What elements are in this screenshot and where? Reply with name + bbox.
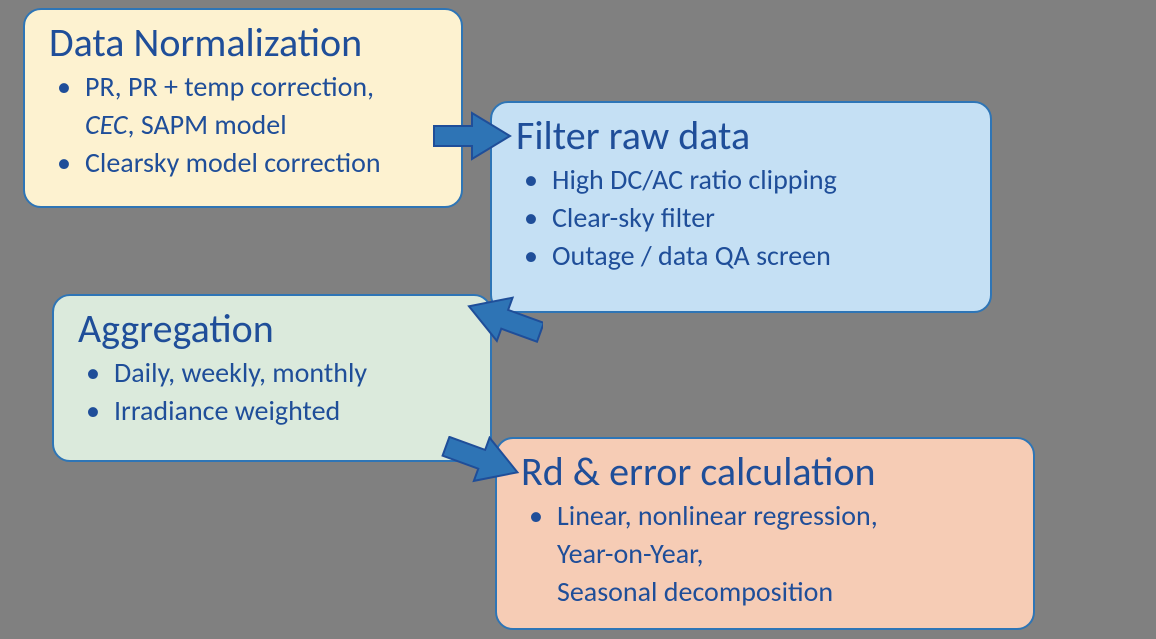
list-item: Clear-sky filter: [552, 199, 970, 237]
list-item: High DC/AC ratio clipping: [552, 161, 970, 199]
bullet-text: Linear, nonlinear regression,: [557, 498, 878, 533]
bullet-text: Clearsky model correction: [85, 145, 381, 180]
list-item: Linear, nonlinear regression, Year-on-Ye…: [557, 497, 1013, 610]
bullet-text: Daily, weekly, monthly: [114, 355, 367, 390]
bullet-text: Year-on-Year,: [557, 535, 1013, 573]
bullet-text: High DC/AC ratio clipping: [552, 162, 837, 197]
box-bullets: PR, PR + temp correction, CEC, SAPM mode…: [49, 68, 441, 181]
box-data-normalization: Data Normalization PR, PR + temp correct…: [23, 8, 463, 208]
bullet-text: Outage / data QA screen: [552, 238, 831, 273]
list-item: Daily, weekly, monthly: [114, 354, 470, 392]
box-title: Rd & error calculation: [521, 449, 1013, 495]
box-rd-error-calculation: Rd & error calculation Linear, nonlinear…: [495, 437, 1035, 630]
bullet-text: PR, PR + temp correction,: [85, 69, 374, 104]
list-item: Clearsky model correction: [85, 144, 441, 182]
bullet-text: Clear-sky filter: [552, 200, 715, 235]
list-item: PR, PR + temp correction, CEC, SAPM mode…: [85, 68, 441, 144]
box-title: Filter raw data: [516, 113, 970, 159]
bullet-text: , SAPM model: [128, 107, 287, 142]
box-bullets: Daily, weekly, monthly Irradiance weight…: [78, 354, 470, 430]
box-title: Aggregation: [78, 306, 470, 352]
list-item: Irradiance weighted: [114, 392, 470, 430]
list-item: Outage / data QA screen: [552, 237, 970, 275]
bullet-text-italic: CEC: [85, 107, 128, 142]
bullet-text: Seasonal decomposition: [557, 573, 1013, 611]
bullet-text: Irradiance weighted: [114, 393, 340, 428]
box-bullets: Linear, nonlinear regression, Year-on-Ye…: [521, 497, 1013, 610]
flow-diagram: Data Normalization PR, PR + temp correct…: [0, 0, 1156, 639]
box-filter-raw-data: Filter raw data High DC/AC ratio clippin…: [490, 101, 992, 313]
box-bullets: High DC/AC ratio clipping Clear-sky filt…: [516, 161, 970, 274]
box-title: Data Normalization: [49, 20, 441, 66]
box-aggregation: Aggregation Daily, weekly, monthly Irrad…: [52, 294, 492, 462]
